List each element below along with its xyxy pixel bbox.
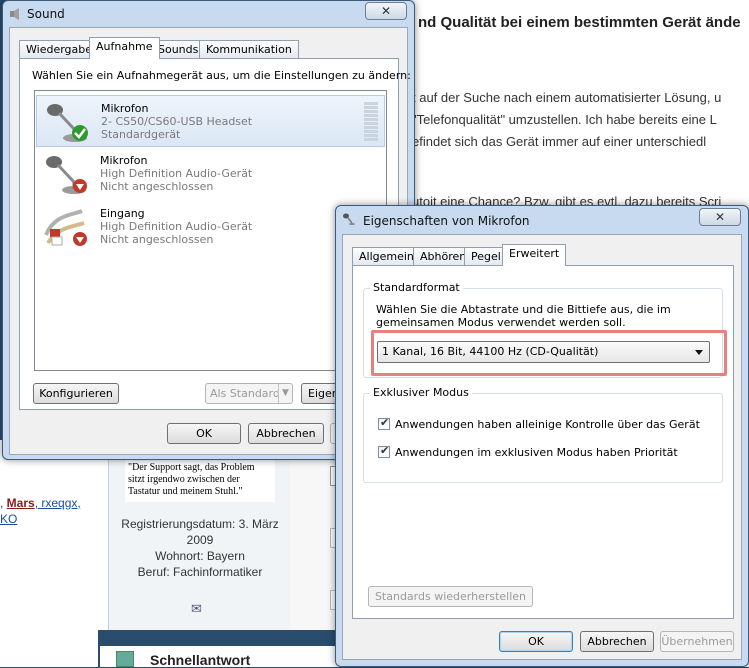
bg-text-line: efindet sich das Gerät immer auf einer u… <box>412 134 707 149</box>
set-default-label: Als Standard <box>210 387 280 400</box>
default-format-title: Standardformat <box>370 281 463 294</box>
tab-aufnahme[interactable]: Aufnahme <box>89 37 160 59</box>
sample-format-dropdown[interactable]: 1 Kanal, 16 Bit, 44100 Hz (CD-Qualität) <box>377 341 710 363</box>
bg-quick-reply-title[interactable]: Schnellantwort <box>150 652 250 668</box>
configure-button[interactable]: Konfigurieren <box>33 383 119 404</box>
device-status: Nicht angeschlossen <box>100 233 214 246</box>
bg-article-heading: nd Qualität bei einem bestimmten Gerät ä… <box>418 14 741 31</box>
device-description: 2- CS50/CS60-USB Headset <box>101 115 253 128</box>
device-name: Mikrofon <box>100 154 148 167</box>
restore-defaults-button[interactable]: Standards wiederherstellen <box>368 586 533 607</box>
sound-window-title: Sound <box>27 7 65 21</box>
unplugged-icon <box>73 179 87 193</box>
default-format-description: Wählen Sie die Abtastrate und die Bittie… <box>376 303 671 329</box>
exclusive-priority-checkbox[interactable]: ✔ <box>378 444 390 458</box>
device-description: High Definition Audio-Gerät <box>100 167 253 180</box>
bg-user-list: , Mars, rxeqgx, KO <box>0 440 110 667</box>
chevron-down-icon[interactable]: ▼ <box>278 384 292 403</box>
tab-erweitert[interactable]: Erweitert <box>502 244 567 266</box>
bg-user-link-mars[interactable]: Mars <box>7 496 35 510</box>
chevron-down-icon <box>695 350 703 355</box>
level-meter <box>364 102 378 142</box>
cancel-button[interactable]: Abbrechen <box>248 423 324 444</box>
exclusive-priority-option[interactable]: ✔ Anwendungen im exklusiven Modus haben P… <box>378 444 678 459</box>
bg-job: Beruf: Fachinformatiker <box>137 565 263 579</box>
device-name: Eingang <box>100 207 145 220</box>
speaker-icon <box>10 8 19 20</box>
unplugged-icon <box>73 232 87 246</box>
apply-button[interactable]: Übernehmen <box>660 631 734 652</box>
tab-kommunikation[interactable]: Kommunikation <box>199 40 299 59</box>
device-status: Nicht angeschlossen <box>100 180 214 193</box>
close-icon[interactable]: ✕ <box>365 2 407 20</box>
checkmark-icon: ✔ <box>380 416 390 429</box>
device-name: Mikrofon <box>101 102 149 115</box>
exclusive-control-label: Anwendungen haben alleinige Kontrolle üb… <box>395 418 700 431</box>
microphone-icon <box>343 213 355 225</box>
ok-button[interactable]: OK <box>499 631 573 652</box>
device-item-hd-mic[interactable]: Mikrofon High Definition Audio-Gerät Nic… <box>36 148 385 200</box>
advanced-tab-panel: Standardformat Wählen Sie die Abtastrate… <box>352 265 734 619</box>
device-description: High Definition Audio-Gerät <box>100 220 253 233</box>
bg-profile-info: Registrierungsdatum: 3. März 2009 Wohnor… <box>112 516 288 580</box>
tab-allgemein[interactable]: Allgemein <box>352 247 421 266</box>
device-status: Standardgerät <box>101 128 181 141</box>
close-icon[interactable]: ✕ <box>699 208 741 226</box>
exclusive-priority-label: Anwendungen im exklusiven Modus haben Pr… <box>395 446 678 459</box>
exclusive-control-checkbox[interactable]: ✔ <box>378 416 390 430</box>
mail-icon[interactable]: ✉ <box>191 602 202 617</box>
device-item-headset-mic[interactable]: Mikrofon 2- CS50/CS60-USB Headset Standa… <box>36 95 385 147</box>
bg-residence: Wohnort: Bayern <box>155 549 245 563</box>
bg-text-line: t auf der Suche nach einem automatisiert… <box>412 90 722 105</box>
exclusive-mode-title: Exklusiver Modus <box>370 386 472 399</box>
bg-user-names: , Mars, rxeqgx, KO <box>0 495 81 527</box>
exclusive-mode-group: Exklusiver Modus ✔ Anwendungen haben alle… <box>363 386 723 483</box>
checkmark-icon: ✔ <box>380 444 390 457</box>
mic-window-title: Eigenschaften von Mikrofon <box>363 214 530 228</box>
default-format-description-line: Wählen Sie die Abtastrate und die Bittie… <box>376 303 671 316</box>
bg-user-link-ko[interactable]: KO <box>0 512 17 526</box>
microphone-properties-window: Eigenschaften von Mikrofon ✕ Allgemein A… <box>335 205 749 667</box>
bg-text-line: "Telefonqualität" umzustellen. Ich habe … <box>412 112 717 127</box>
bg-user-link-rxeqgx[interactable]: , rxeqgx, <box>35 496 81 510</box>
ok-button[interactable]: OK <box>167 423 241 444</box>
tab-wiedergabe[interactable]: Wiedergabe <box>19 40 100 59</box>
default-format-description-line: gemeinsamen Modus verwendet werden soll. <box>376 316 626 329</box>
exclusive-control-option[interactable]: ✔ Anwendungen haben alleinige Kontrolle ü… <box>378 416 700 431</box>
set-default-button[interactable]: Als Standard ▼ <box>205 383 293 404</box>
bg-signature-quote: "Der Support sagt, das Problem sitzt irg… <box>125 460 275 502</box>
recording-instruction: Wählen Sie ein Aufnahmegerät aus, um die… <box>32 69 411 82</box>
device-item-line-in[interactable]: Eingang High Definition Audio-Gerät Nich… <box>36 201 385 253</box>
quick-reply-icon <box>116 651 134 667</box>
bg-names-prefix: , <box>0 496 7 510</box>
default-check-icon <box>72 125 88 141</box>
bg-registration-date: Registrierungsdatum: 3. März 2009 <box>121 517 279 547</box>
cancel-button[interactable]: Abbrechen <box>580 631 654 652</box>
sample-format-value: 1 Kanal, 16 Bit, 44100 Hz (CD-Qualität) <box>382 345 599 358</box>
